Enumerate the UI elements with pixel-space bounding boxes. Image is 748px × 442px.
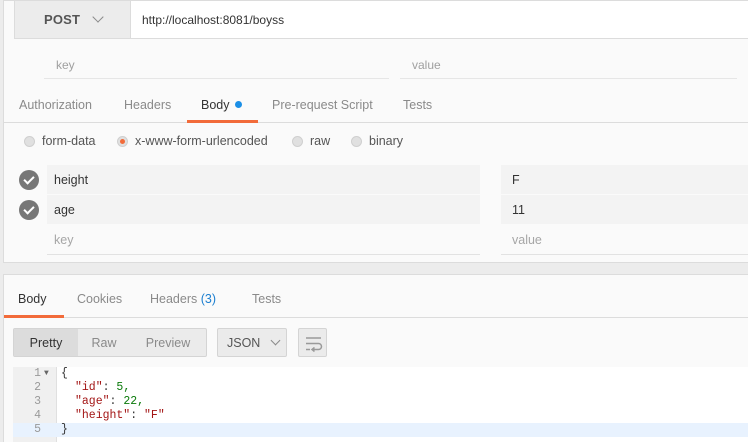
divider (501, 254, 748, 255)
method-select[interactable]: POST (15, 1, 131, 38)
header-count-badge: (3) (200, 292, 217, 306)
radio-label: x-www-form-urlencoded (135, 134, 268, 148)
json-key: "height" (75, 409, 131, 422)
radio-selected-icon (117, 135, 128, 147)
url-bar: POST http://localhost:8081/boyss (14, 1, 748, 39)
chevron-down-icon (92, 11, 104, 23)
radio-binary[interactable]: binary (351, 134, 403, 148)
code-text: { (61, 367, 68, 380)
body-key-input[interactable]: height (54, 173, 88, 187)
active-dot-icon (234, 101, 242, 108)
value-cell (501, 165, 748, 194)
radio-form-data[interactable]: form-data (24, 134, 96, 148)
code-text: } (61, 423, 68, 436)
code-text: "height": "F" (75, 409, 165, 422)
response-panel: Body Cookies Headers (3) Tests Pretty Ra… (3, 274, 748, 442)
pretty-button[interactable]: Pretty (14, 329, 78, 356)
json-key: "id" (75, 381, 103, 394)
active-tab-indicator (187, 120, 258, 123)
radio-icon (292, 135, 303, 147)
response-body-editor[interactable]: 1 ▼ { 2 "id": 5, 3 "age": 22, 4 "height"… (13, 367, 748, 442)
json-value: 22, (123, 395, 145, 408)
key-cell (47, 165, 480, 194)
code-line: 3 "age": 22, (13, 395, 748, 409)
tab-body-label: Body (201, 98, 230, 112)
body-value-input[interactable]: 11 (512, 203, 525, 217)
body-row: age 11 (4, 195, 748, 225)
line-number: 2 (34, 381, 41, 394)
radio-x-www-form-urlencoded[interactable]: x-www-form-urlencoded (117, 134, 268, 148)
body-type-selector: form-data x-www-form-urlencoded raw bina… (4, 127, 748, 155)
body-key-placeholder[interactable]: key (54, 233, 73, 247)
radio-label: form-data (42, 134, 96, 148)
tab-tests[interactable]: Tests (403, 98, 432, 112)
request-tabs: Authorization Headers Body Pre-request S… (4, 87, 748, 123)
code-line: 2 "id": 5, (13, 381, 748, 395)
radio-label: raw (310, 134, 331, 148)
line-number: 5 (34, 423, 41, 436)
fold-arrow-icon[interactable]: ▼ (44, 367, 49, 381)
divider (47, 254, 480, 255)
line-number: 4 (34, 409, 41, 422)
body-value-input[interactable]: F (512, 173, 520, 187)
radio-label: binary (369, 134, 404, 148)
code-line: 1 ▼ { (13, 367, 748, 381)
request-panel: POST http://localhost:8081/boyss key val… (3, 0, 748, 263)
tab-cookies[interactable]: Cookies (77, 292, 122, 306)
raw-button[interactable]: Raw (78, 329, 130, 356)
value-cell (501, 195, 748, 224)
key-cell (47, 195, 480, 224)
radio-icon (24, 135, 35, 147)
body-row: height F (4, 165, 748, 195)
tab-authorization[interactable]: Authorization (19, 98, 92, 112)
param-value-input[interactable]: value (412, 58, 441, 72)
divider (400, 78, 737, 79)
line-number: 3 (34, 395, 41, 408)
json-key: "age" (75, 395, 110, 408)
tab-response-headers[interactable]: Headers (3) (150, 292, 216, 306)
active-tab-indicator (4, 315, 64, 318)
body-value-placeholder[interactable]: value (512, 233, 542, 247)
code-line: 4 "height": "F" (13, 409, 748, 423)
tab-response-body[interactable]: Body (18, 292, 47, 306)
checkbox-checked-icon[interactable] (19, 170, 39, 190)
param-row: key value (14, 49, 748, 81)
checkbox-checked-icon[interactable] (19, 200, 39, 220)
response-tabs: Body Cookies Headers (3) Tests (4, 275, 748, 318)
radio-raw[interactable]: raw (292, 134, 330, 148)
url-input[interactable]: http://localhost:8081/boyss (142, 13, 284, 27)
body-row-new: key value (4, 225, 748, 255)
code-text: "id": 5, (75, 381, 131, 394)
tab-body[interactable]: Body (201, 98, 242, 112)
format-label: JSON (227, 335, 261, 350)
view-mode-group: Pretty Raw Preview (13, 328, 207, 357)
chevron-down-icon (270, 335, 281, 345)
radio-icon (351, 135, 362, 147)
body-key-input[interactable]: age (54, 203, 75, 217)
format-select[interactable]: JSON (217, 328, 287, 357)
wrap-lines-icon (306, 337, 323, 353)
divider (44, 78, 389, 79)
line-number: 1 (34, 367, 41, 380)
json-value: 5, (116, 381, 131, 394)
code-line-current: 5 } (13, 423, 748, 437)
method-label: POST (44, 12, 81, 27)
code-text: "age": 22, (75, 395, 145, 408)
preview-button[interactable]: Preview (130, 329, 206, 356)
tab-headers[interactable]: Headers (124, 98, 171, 112)
tab-response-tests[interactable]: Tests (252, 292, 281, 306)
param-key-input[interactable]: key (56, 58, 75, 72)
wrap-lines-button[interactable] (298, 328, 327, 357)
json-value: "F" (144, 409, 165, 422)
tab-pre-request-script[interactable]: Pre-request Script (272, 98, 373, 112)
tab-label: Headers (150, 292, 198, 306)
